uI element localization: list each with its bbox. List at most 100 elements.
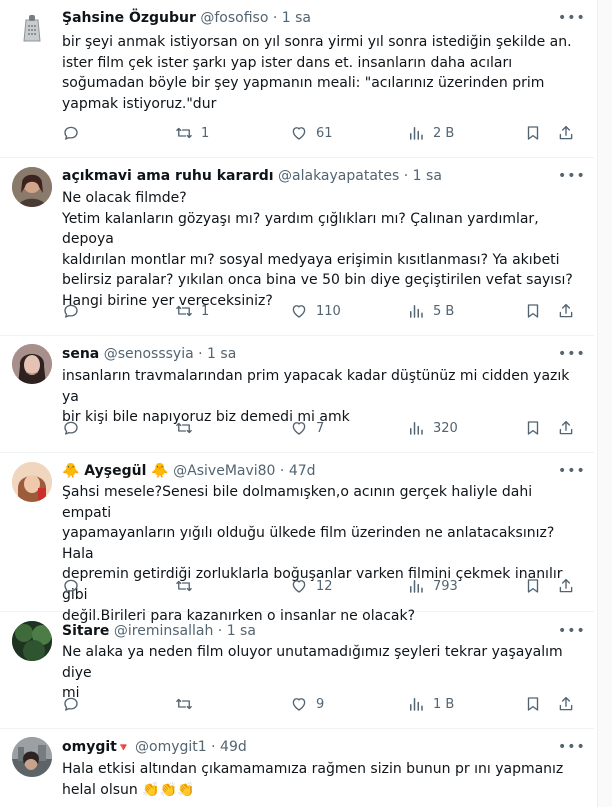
like-button[interactable]: 7: [290, 417, 324, 439]
retweet-button[interactable]: [175, 417, 201, 439]
display-name[interactable]: 🐥 Ayşegül 🐥: [62, 463, 169, 479]
tweet[interactable]: Sitare @ireminsallah · 1 sa ••• Ne alaka…: [0, 612, 594, 729]
handle[interactable]: @AsiveMavi80: [173, 463, 275, 479]
bookmark-button[interactable]: [524, 122, 542, 144]
bookmark-button[interactable]: [524, 300, 542, 322]
display-name[interactable]: Şahsine Özgubur: [62, 10, 196, 26]
tweet[interactable]: Şahsine Özgubur @fosofiso · 1 sa ••• bir…: [0, 0, 594, 158]
retweet-button[interactable]: 1: [175, 300, 209, 322]
name-badge: 🔻: [116, 741, 131, 754]
views-button[interactable]: 5 B: [407, 300, 454, 322]
more-icon[interactable]: •••: [558, 464, 585, 484]
handle[interactable]: @senosssyia: [104, 346, 194, 362]
reply-icon: [64, 304, 78, 318]
share-button[interactable]: [557, 300, 575, 322]
like-button[interactable]: 9: [290, 693, 324, 715]
handle[interactable]: @omygit1: [135, 739, 207, 755]
like-button[interactable]: 12: [290, 575, 333, 597]
reply-button[interactable]: [62, 122, 88, 144]
share-icon: [559, 696, 573, 711]
avatar[interactable]: [12, 344, 52, 384]
avatar[interactable]: [12, 8, 52, 48]
like-count: 110: [316, 303, 341, 319]
views-button[interactable]: 793: [407, 575, 458, 597]
avatar[interactable]: [12, 462, 52, 502]
reply-button[interactable]: [62, 575, 88, 597]
timestamp[interactable]: 1 sa: [227, 623, 256, 639]
retweet-button[interactable]: [175, 575, 201, 597]
tweet-text: Şahsi mesele?Senesi bile dolmamışken,o a…: [62, 484, 563, 624]
share-button[interactable]: [557, 575, 575, 597]
views-button[interactable]: 1 B: [407, 693, 454, 715]
display-name[interactable]: sena: [62, 346, 99, 362]
tweet-text: Ne olacak filmde? Yetim kalanların gözya…: [62, 190, 573, 309]
reply-button[interactable]: [62, 417, 88, 439]
views-icon: [410, 127, 423, 140]
timestamp[interactable]: 1 sa: [413, 168, 442, 184]
retweet-count: 1: [201, 303, 210, 319]
action-bar: 1 110 5 B: [62, 300, 582, 322]
bookmark-icon: [527, 126, 539, 140]
timestamp[interactable]: 1 sa: [282, 10, 311, 26]
share-button[interactable]: [557, 693, 575, 715]
handle[interactable]: @ireminsallah: [114, 623, 213, 639]
retweet-button[interactable]: [175, 693, 201, 715]
views-button[interactable]: 320: [407, 417, 458, 439]
display-name[interactable]: omygit: [62, 739, 117, 755]
avatar[interactable]: [12, 737, 52, 777]
separator: ·: [403, 168, 409, 184]
handle[interactable]: @alakayapatates: [278, 168, 399, 184]
display-name[interactable]: açıkmavi ama ruhu karardı: [62, 168, 274, 184]
separator: ·: [198, 346, 203, 362]
action-bar: 9 1 B: [62, 693, 582, 715]
more-icon[interactable]: •••: [558, 169, 585, 189]
bookmark-button[interactable]: [524, 575, 542, 597]
action-bar: 12 793: [62, 575, 582, 597]
bookmark-icon: [527, 304, 539, 318]
like-icon: [292, 698, 306, 711]
bookmark-button[interactable]: [524, 417, 542, 439]
avatar-image: [12, 621, 52, 661]
timestamp[interactable]: 47d: [289, 463, 316, 479]
avatar-image: [12, 167, 52, 207]
views-icon: [410, 422, 423, 435]
reply-button[interactable]: [62, 300, 88, 322]
view-count: 5 B: [433, 303, 455, 319]
like-count: 12: [316, 578, 333, 594]
views-icon: [410, 305, 423, 318]
reply-icon: [64, 126, 78, 140]
timestamp[interactable]: 49d: [220, 739, 247, 755]
separator: ·: [211, 739, 216, 755]
more-icon[interactable]: •••: [558, 11, 585, 31]
display-name[interactable]: Sitare: [62, 623, 109, 639]
bookmark-button[interactable]: [524, 693, 542, 715]
like-button[interactable]: 110: [290, 300, 341, 322]
tweet-text: bir şeyi anmak istiyorsan on yıl sonra y…: [62, 34, 572, 112]
scrollbar[interactable]: [597, 0, 612, 807]
more-icon[interactable]: •••: [558, 624, 585, 644]
retweet-button[interactable]: 1: [175, 122, 209, 144]
share-button[interactable]: [557, 122, 575, 144]
more-icon[interactable]: •••: [558, 740, 585, 760]
avatar[interactable]: [12, 621, 52, 661]
like-button[interactable]: 61: [290, 122, 333, 144]
tweet[interactable]: 🐥 Ayşegül 🐥 @AsiveMavi80 · 47d ••• Şahsi…: [0, 453, 594, 624]
avatar-image: [12, 344, 52, 384]
tweet[interactable]: omygit🔻 @omygit1 · 49d ••• Hala etkisi a…: [0, 729, 594, 807]
retweet-icon: [176, 698, 192, 710]
reply-button[interactable]: [62, 693, 88, 715]
handle[interactable]: @fosofiso: [200, 10, 268, 26]
timestamp[interactable]: 1 sa: [207, 346, 236, 362]
retweet-count: 1: [201, 125, 210, 141]
tweet[interactable]: açıkmavi ama ruhu karardı @alakayapatate…: [0, 158, 594, 336]
more-icon[interactable]: •••: [558, 347, 585, 367]
view-count: 793: [433, 578, 458, 594]
like-icon: [292, 305, 306, 318]
action-bar: 1 61 2 B: [62, 122, 582, 144]
tweet[interactable]: sena @senosssyia · 1 sa ••• insanların t…: [0, 336, 594, 453]
views-button[interactable]: 2 B: [407, 122, 454, 144]
separator: ·: [279, 463, 285, 479]
share-button[interactable]: [557, 417, 575, 439]
avatar[interactable]: [12, 167, 52, 207]
retweet-icon: [176, 305, 192, 317]
